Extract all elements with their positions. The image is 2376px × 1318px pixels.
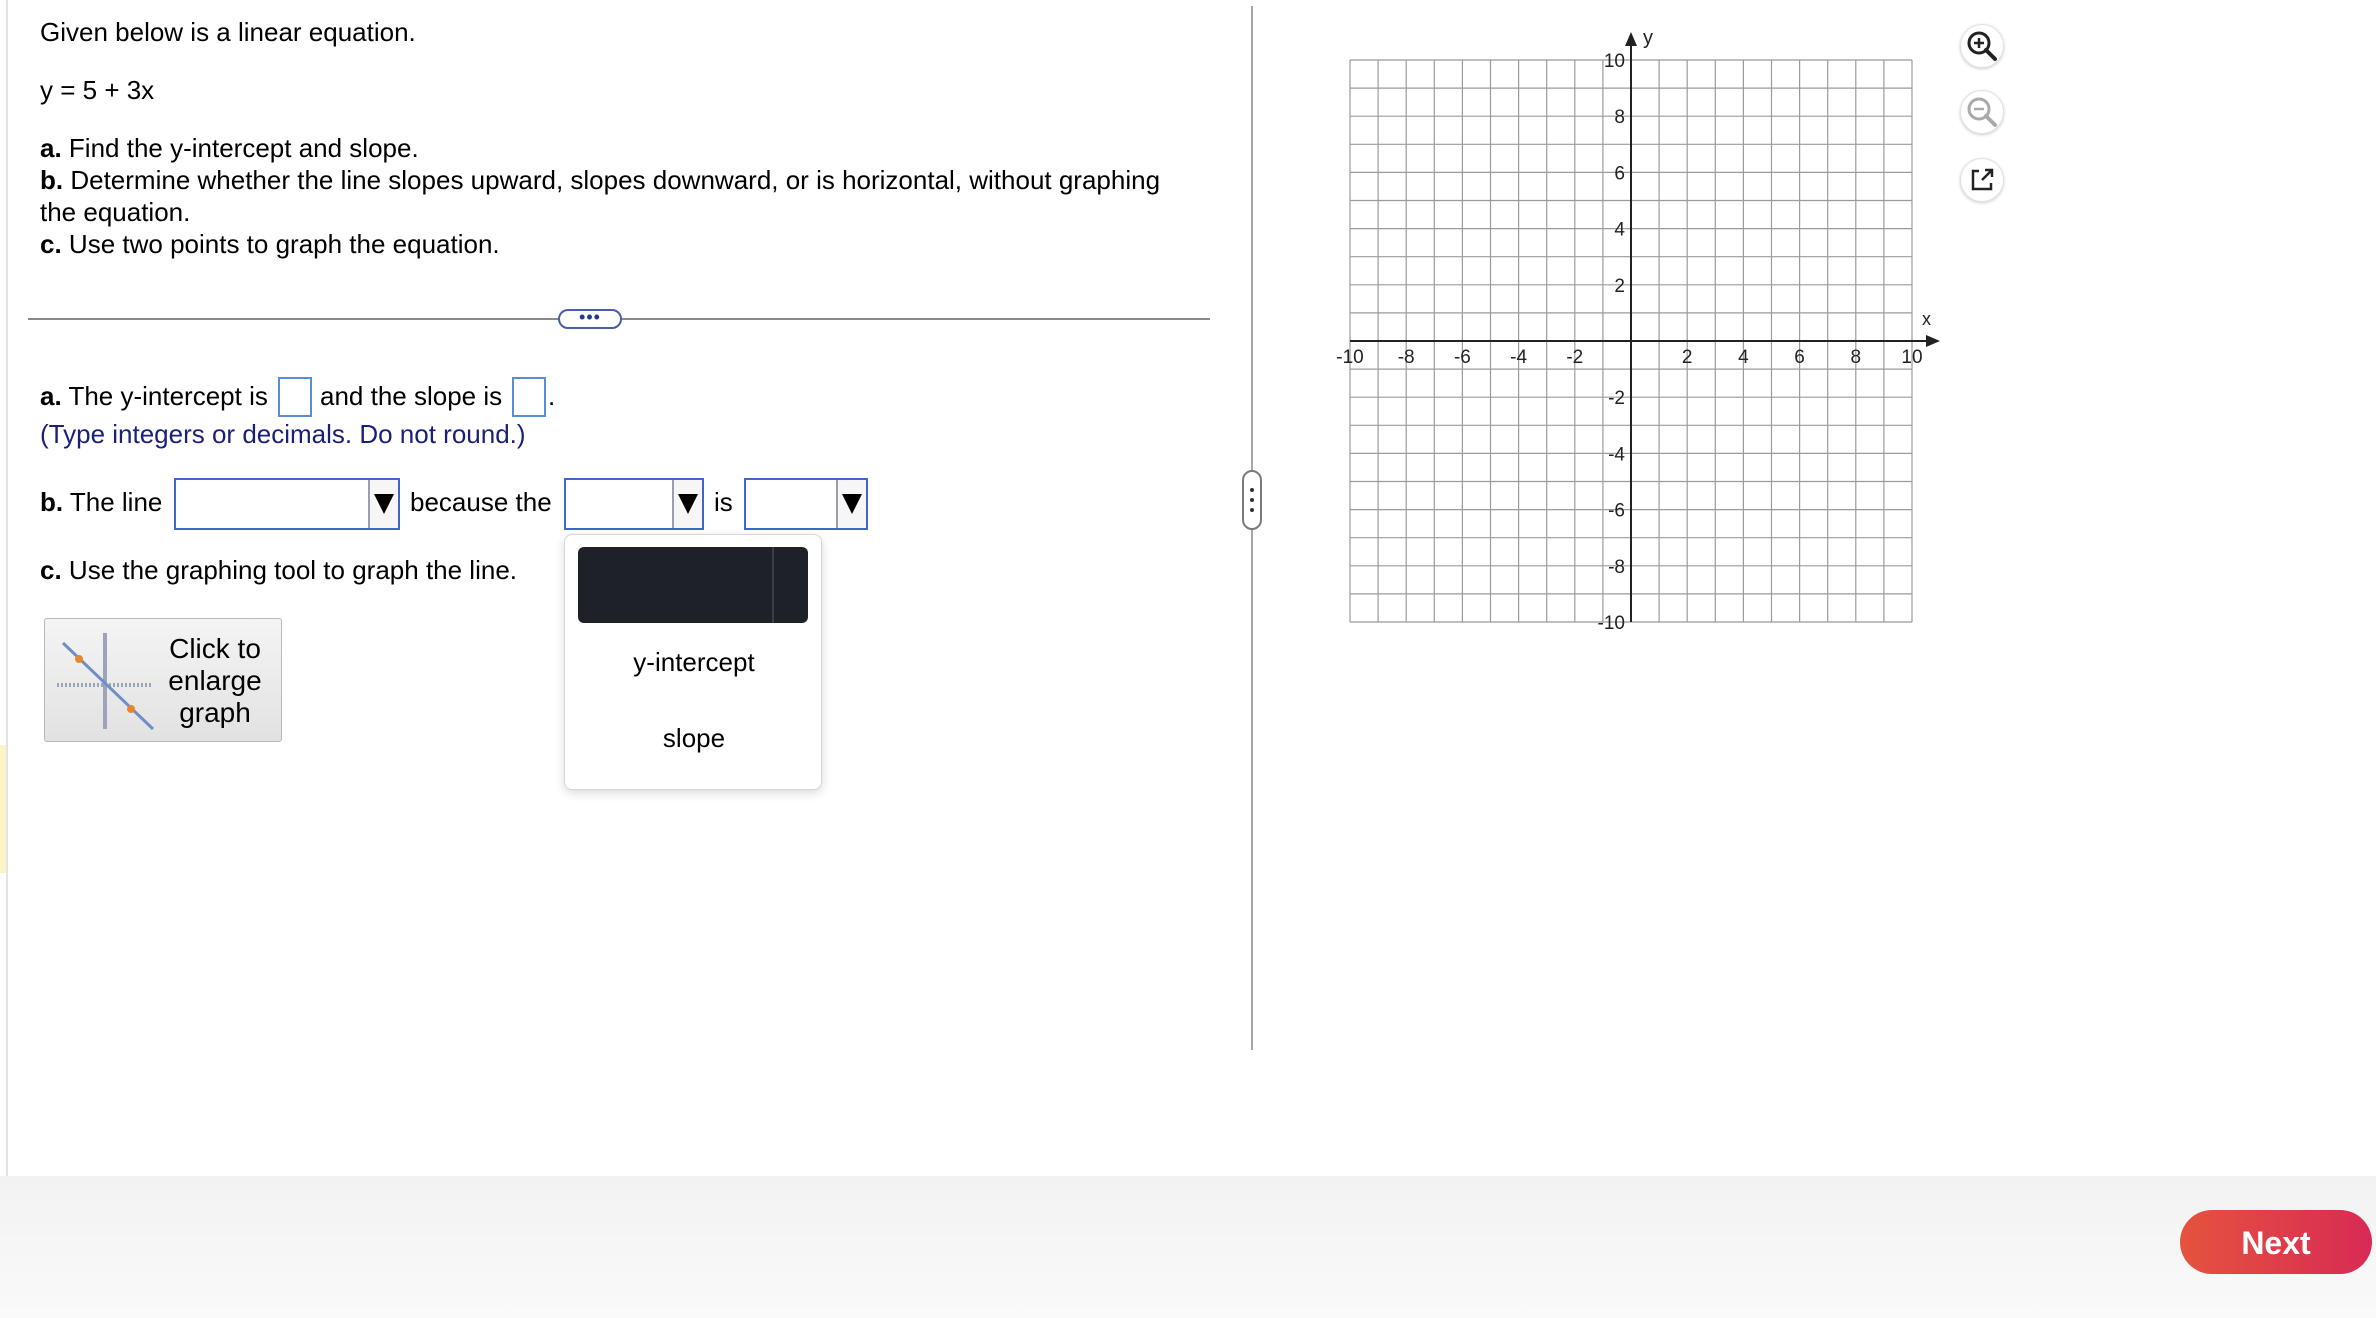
y-axis-arrow [1625,32,1637,46]
y-tick-label: 6 [1614,163,1625,184]
answer-a-text-middle: and the slope is [320,381,503,411]
menu-option-y-intercept[interactable]: y-intercept [565,647,823,678]
left-accent-bar [0,745,6,873]
enlarge-label-line1: Click to [169,633,261,664]
popout-icon [1971,168,1994,191]
x-tick-label: 8 [1851,347,1862,368]
answer-a-hint: (Type integers or decimals. Do not round… [40,419,526,449]
part-a-text: Find the y-intercept and slope. [68,133,419,163]
part-b-label: b. [40,165,64,195]
enlarge-label-line3: graph [179,697,251,728]
y-tick-label: -6 [1608,501,1625,522]
answer-c-text: Use the graphing tool to graph the line. [68,555,518,585]
x-tick-label: -8 [1398,347,1415,368]
footer-bar [0,1176,2376,1318]
zoom-out-icon [1967,97,1997,127]
x-tick-label: -10 [1336,347,1363,368]
equation-text: y = 5 + 3x [40,75,155,105]
answer-a-label: a. [40,381,62,411]
answer-b-label-row: b. The line [40,486,162,518]
answer-a-period: . [548,381,556,411]
enlarge-label-line2: enlarge [168,665,262,696]
popout-button[interactable] [1960,158,2004,202]
part-a-instruction: a. Find the y-intercept and slope. [40,132,419,164]
answer-b-text-before: The line [69,487,163,517]
dropdown-menu: y-intercept slope [564,534,822,790]
x-tick-label: -2 [1566,347,1583,368]
intro-text: Given below is a linear equation. [40,17,416,47]
menu-divider [772,547,774,623]
divider-toggle-button[interactable]: ••• [558,308,622,329]
next-button[interactable]: Next [2180,1210,2372,1274]
y-tick-label: 10 [1604,51,1625,72]
chevron-down-icon [368,480,398,528]
part-b-text: Determine whether the line slopes upward… [70,165,1161,195]
chevron-down-icon [672,480,702,528]
part-a-label: a. [40,133,62,163]
chevron-down-icon [836,480,866,528]
answer-c-label: c. [40,555,62,585]
y-intercept-input[interactable] [278,377,312,417]
part-b-instruction: b. Determine whether the line slopes upw… [40,164,1160,196]
x-tick-label: -6 [1454,347,1471,368]
y-tick-label: -4 [1608,444,1625,465]
answer-b-text-because: because the [410,487,552,517]
zoom-in-icon [1967,31,1997,61]
y-tick-label: -10 [1598,613,1625,634]
answer-c-label-row: c. Use the graphing tool to graph the li… [40,554,517,586]
part-c-instruction: c. Use two points to graph the equation. [40,228,500,260]
x-axis-label: x [1922,309,1931,329]
y-axis-label: y [1643,27,1653,49]
sign-dropdown[interactable] [744,478,868,530]
answer-a-label-row: a. The y-intercept is [40,380,268,412]
x-tick-label: 2 [1682,347,1693,368]
left-border [6,0,8,1176]
menu-option-slope[interactable]: slope [565,723,823,754]
part-b-text-continued: the equation. [40,197,191,227]
x-tick-label: 6 [1794,347,1805,368]
coordinate-graph[interactable]: x y -10 -8 -6 -4 -2 2 4 6 8 10 10 8 6 4 2 -2 -4 -6 -8 -10 [1320,20,1940,640]
zoom-in-button[interactable] [1960,24,2004,68]
x-tick-label: 4 [1738,347,1749,368]
part-c-text: Use two points to graph the equation. [68,229,500,259]
y-tick-label: -8 [1608,557,1625,578]
zoom-out-button[interactable] [1960,90,2004,134]
because-the-dropdown[interactable] [564,478,704,530]
y-tick-label: 8 [1614,107,1625,128]
pane-splitter-handle[interactable] [1242,470,1262,530]
line-direction-dropdown[interactable] [174,478,400,530]
y-tick-label: -2 [1608,388,1625,409]
y-tick-label: 4 [1614,220,1625,241]
answer-a-text-before: The y-intercept is [68,381,268,411]
answer-b-text-is: is [714,487,733,517]
y-tick-label: 2 [1614,276,1625,297]
graph-thumbnail-icon [57,633,155,731]
x-tick-label: -4 [1510,347,1527,368]
enlarge-graph-label: Click to enlarge graph [153,633,277,729]
menu-selected-blank-option[interactable] [578,547,808,623]
enlarge-graph-button[interactable]: Click to enlarge graph [44,618,282,742]
part-c-label: c. [40,229,62,259]
x-axis-arrow [1926,335,1940,347]
slope-input[interactable] [512,377,546,417]
x-tick-label: 10 [1901,347,1922,368]
answer-b-label: b. [40,487,64,517]
